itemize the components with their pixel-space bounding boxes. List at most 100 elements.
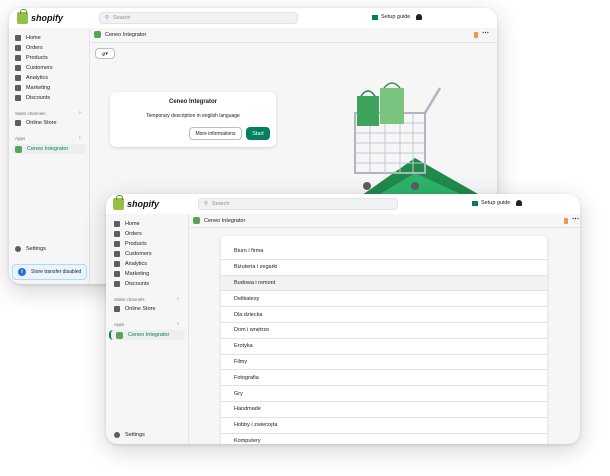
nav-item-products[interactable]: Products (114, 241, 147, 247)
ceneo-app-icon (116, 331, 123, 339)
category-list-card: Biuro i firma Biżuteria i zegarki Budowa i… (221, 236, 547, 444)
home-icon (15, 35, 21, 41)
category-list-item[interactable]: Delikatesy (221, 291, 547, 308)
category-list: Biuro i firma Biżuteria i zegarki Budowa i… (221, 244, 547, 444)
search-input[interactable]: ⚲ Search (198, 198, 398, 210)
nav-item-settings[interactable]: Settings (114, 432, 145, 438)
shopify-bag-icon (113, 195, 124, 210)
search-icon: ⚲ (204, 201, 209, 207)
flag-icon (372, 14, 378, 20)
bell-icon[interactable] (516, 200, 522, 206)
category-list-item[interactable]: Budowa i remont (221, 275, 547, 292)
chevron-right-icon[interactable]: › (79, 110, 81, 116)
marketing-icon (15, 85, 21, 91)
ceneo-app-icon (193, 217, 200, 224)
chevron-right-icon[interactable]: › (177, 296, 179, 302)
start-button[interactable]: Start (246, 127, 270, 140)
pin-icon[interactable] (564, 218, 568, 224)
app-header-title: Ceneo Integrator (193, 217, 245, 224)
more-informations-button[interactable]: More informations (189, 127, 242, 140)
nav-item-online-store[interactable]: Online Store (114, 306, 156, 312)
category-list-item[interactable]: Biuro i firma (221, 244, 547, 260)
marketing-icon (114, 271, 120, 277)
ceneo-app-icon (15, 145, 22, 153)
category-list-item[interactable]: Komputery (221, 434, 547, 444)
category-list-item[interactable]: Filmy (221, 355, 547, 371)
top-bar: shopify ⚲ Search Setup guide (9, 8, 497, 29)
category-list-item[interactable]: Handmade (221, 402, 547, 418)
shopify-logo[interactable]: shopify (113, 195, 159, 210)
store-transfer-banner: i Store transfer disabled (12, 264, 87, 280)
more-actions-icon[interactable]: ⋯ (482, 29, 490, 37)
language-dropdown-button[interactable]: 𝘨▾ (95, 48, 115, 59)
chevron-right-icon[interactable]: › (177, 321, 179, 327)
nav-item-ceneo-integrator[interactable]: Ceneo Integrator (12, 144, 86, 154)
nav-item-products[interactable]: Products (15, 55, 48, 61)
orders-icon (114, 231, 120, 237)
more-actions-icon[interactable]: ⋯ (572, 215, 580, 223)
tag-icon (15, 55, 21, 61)
gear-icon (114, 432, 120, 438)
chevron-right-icon[interactable]: › (79, 135, 81, 141)
translate-icon: 𝘨▾ (102, 50, 108, 57)
customers-icon (15, 65, 21, 71)
top-bar: shopify ⚲ Search Setup guide (106, 194, 580, 215)
search-input[interactable]: ⚲ Search (99, 12, 298, 24)
nav-item-settings[interactable]: Settings (15, 246, 46, 252)
tag-icon (114, 241, 120, 247)
setup-guide-button[interactable]: Setup guide (372, 14, 410, 20)
sales-channels-heading: Sales channels (114, 297, 145, 302)
nav-item-ceneo-integrator[interactable]: Ceneo Integrator (109, 330, 185, 340)
category-list-item[interactable]: Biżuteria i zegarki (221, 260, 547, 276)
intro-card: Ceneo Integrator Temporary description i… (110, 92, 276, 147)
bell-icon[interactable] (416, 14, 422, 20)
shopify-bag-icon (17, 9, 28, 24)
customers-icon (114, 251, 120, 257)
sidebar: Home Orders Products Customers Analytics… (9, 28, 90, 284)
apps-heading: Apps (15, 136, 26, 141)
nav-item-online-store[interactable]: Online Store (15, 120, 57, 126)
discount-icon (15, 95, 21, 101)
category-list-item[interactable]: Fotografia (221, 370, 547, 387)
nav-item-discounts[interactable]: Discounts (15, 95, 50, 101)
apps-heading: Apps (114, 322, 125, 327)
category-list-item[interactable]: Erotyka (221, 339, 547, 355)
app-header: Ceneo Integrator ⋯ (90, 28, 497, 43)
nav-item-orders[interactable]: Orders (114, 231, 142, 237)
category-list-item[interactable]: Hobby i zwierzęta (221, 418, 547, 434)
info-icon: i (18, 268, 26, 276)
nav-item-customers[interactable]: Customers (15, 65, 53, 71)
shopify-logo[interactable]: shopify (17, 9, 63, 24)
analytics-icon (15, 75, 21, 81)
discount-icon (114, 281, 120, 287)
flag-icon (472, 200, 478, 206)
nav-item-analytics[interactable]: Analytics (15, 75, 48, 81)
category-list-item[interactable]: Gry (221, 386, 547, 402)
sales-channels-heading: Sales channels (15, 111, 46, 116)
category-list-item[interactable]: Dom i wnętrze (221, 323, 547, 339)
store-icon (15, 120, 21, 126)
category-list-item[interactable]: Dla dziecka (221, 307, 547, 323)
card-description: Temporary description in english languag… (146, 113, 240, 119)
nav-item-discounts[interactable]: Discounts (114, 281, 149, 287)
ceneo-app-icon (94, 31, 101, 38)
nav-item-customers[interactable]: Customers (114, 251, 152, 257)
store-icon (114, 306, 120, 312)
search-icon: ⚲ (105, 15, 110, 21)
app-header: Ceneo Integrator ⋯ (189, 214, 580, 228)
nav-item-marketing[interactable]: Marketing (15, 85, 50, 91)
nav-item-home[interactable]: Home (15, 35, 41, 41)
nav-item-home[interactable]: Home (114, 221, 140, 227)
setup-guide-button[interactable]: Setup guide (472, 200, 510, 206)
analytics-icon (114, 261, 120, 267)
card-title: Ceneo Integrator (168, 99, 217, 105)
gear-icon (15, 246, 21, 252)
nav-item-analytics[interactable]: Analytics (114, 261, 147, 267)
pin-icon[interactable] (474, 32, 478, 38)
nav-item-marketing[interactable]: Marketing (114, 271, 149, 277)
sidebar: Home Orders Products Customers Analytics… (106, 214, 189, 444)
front-admin-window: shopify ⚲ Search Setup guide Home Orders… (106, 194, 580, 444)
app-header-title: Ceneo Integrator (94, 31, 146, 38)
nav-item-orders[interactable]: Orders (15, 45, 43, 51)
home-icon (114, 221, 120, 227)
